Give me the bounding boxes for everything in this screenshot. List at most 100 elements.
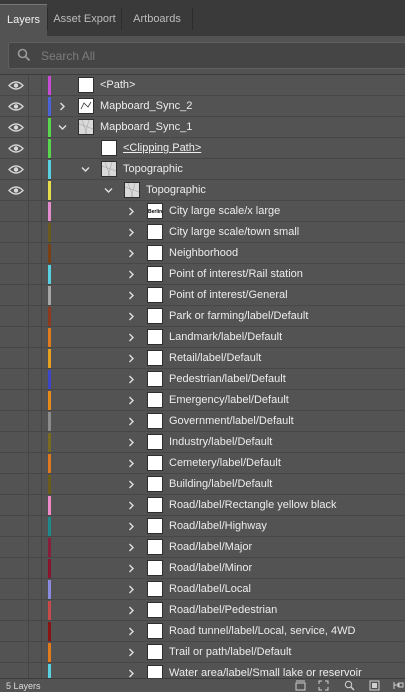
chevron-right-icon[interactable] <box>127 522 136 531</box>
layer-row[interactable]: Neighborhood <box>0 243 405 264</box>
chevron-down-icon[interactable] <box>104 186 113 195</box>
visibility-toggle[interactable] <box>0 222 28 243</box>
layer-name[interactable]: Building/label/Default <box>169 478 272 490</box>
layer-row[interactable]: Point of interest/Rail station <box>0 264 405 285</box>
lock-toggle[interactable] <box>29 516 41 537</box>
layer-name[interactable]: Road/label/Local <box>169 583 251 595</box>
visibility-toggle[interactable] <box>0 348 28 369</box>
visibility-toggle[interactable] <box>0 327 28 348</box>
chevron-right-icon[interactable] <box>127 396 136 405</box>
layer-name[interactable]: Mapboard_Sync_1 <box>100 121 192 133</box>
chevron-down-icon[interactable] <box>81 165 90 174</box>
tab-layers[interactable]: Layers <box>0 4 47 37</box>
visibility-toggle[interactable] <box>0 453 28 474</box>
layer-name[interactable]: Topographic <box>123 163 183 175</box>
layer-row[interactable]: Retail/label/Default <box>0 348 405 369</box>
layer-name[interactable]: City large scale/x large <box>169 205 280 217</box>
visibility-toggle[interactable] <box>0 558 28 579</box>
layer-row[interactable]: <Clipping Path> <box>0 138 405 159</box>
export-for-screens-icon[interactable] <box>295 680 306 691</box>
layer-row[interactable]: Landmark/label/Default <box>0 327 405 348</box>
layer-name[interactable]: Point of interest/Rail station <box>169 268 303 280</box>
visibility-toggle[interactable] <box>0 537 28 558</box>
layer-name[interactable]: Trail or path/label/Default <box>169 646 292 658</box>
visibility-toggle[interactable] <box>0 600 28 621</box>
layer-row[interactable]: Road/label/Pedestrian <box>0 600 405 621</box>
visibility-toggle[interactable] <box>0 495 28 516</box>
chevron-right-icon[interactable] <box>127 543 136 552</box>
visibility-toggle[interactable] <box>0 201 28 222</box>
layer-name[interactable]: Point of interest/General <box>169 289 288 301</box>
chevron-right-icon[interactable] <box>127 291 136 300</box>
layer-name[interactable]: Government/label/Default <box>169 415 294 427</box>
chevron-right-icon[interactable] <box>127 228 136 237</box>
lock-toggle[interactable] <box>29 453 41 474</box>
layer-name[interactable]: Cemetery/label/Default <box>169 457 281 469</box>
visibility-toggle[interactable] <box>0 390 28 411</box>
layer-row[interactable]: Berlin City large scale/x large <box>0 201 405 222</box>
layer-row[interactable]: Road/label/Major <box>0 537 405 558</box>
visibility-toggle[interactable] <box>0 663 28 678</box>
lock-toggle[interactable] <box>29 75 41 96</box>
visibility-toggle[interactable] <box>0 285 28 306</box>
visibility-toggle[interactable] <box>0 306 28 327</box>
visibility-toggle[interactable] <box>0 642 28 663</box>
layer-row[interactable]: Mapboard_Sync_2 <box>0 96 405 117</box>
layer-row[interactable]: Government/label/Default <box>0 411 405 432</box>
chevron-right-icon[interactable] <box>127 249 136 258</box>
search-input[interactable] <box>39 46 393 66</box>
lock-toggle[interactable] <box>29 579 41 600</box>
chevron-right-icon[interactable] <box>127 438 136 447</box>
layer-name[interactable]: <Clipping Path> <box>123 142 201 154</box>
layer-name[interactable]: Park or farming/label/Default <box>169 310 308 322</box>
eye-icon[interactable] <box>8 185 24 196</box>
visibility-toggle[interactable] <box>0 411 28 432</box>
layer-row[interactable]: Point of interest/General <box>0 285 405 306</box>
chevron-right-icon[interactable] <box>127 585 136 594</box>
lock-toggle[interactable] <box>29 96 41 117</box>
lock-toggle[interactable] <box>29 222 41 243</box>
layer-row[interactable]: Road/label/Local <box>0 579 405 600</box>
eye-icon[interactable] <box>8 101 24 112</box>
lock-toggle[interactable] <box>29 621 41 642</box>
layer-name[interactable]: Industry/label/Default <box>169 436 272 448</box>
layer-row[interactable]: Topographic <box>0 180 405 201</box>
chevron-right-icon[interactable] <box>58 102 67 111</box>
visibility-toggle[interactable] <box>0 474 28 495</box>
lock-toggle[interactable] <box>29 663 41 678</box>
layer-name[interactable]: Emergency/label/Default <box>169 394 289 406</box>
lock-toggle[interactable] <box>29 558 41 579</box>
chevron-down-icon[interactable] <box>58 123 67 132</box>
eye-icon[interactable] <box>8 80 24 91</box>
lock-toggle[interactable] <box>29 264 41 285</box>
chevron-right-icon[interactable] <box>127 375 136 384</box>
lock-toggle[interactable] <box>29 390 41 411</box>
layer-row[interactable]: Pedestrian/label/Default <box>0 369 405 390</box>
layer-row[interactable]: Emergency/label/Default <box>0 390 405 411</box>
visibility-toggle[interactable] <box>0 579 28 600</box>
lock-toggle[interactable] <box>29 600 41 621</box>
layer-name[interactable]: <Path> <box>100 79 135 91</box>
chevron-right-icon[interactable] <box>127 669 136 678</box>
lock-toggle[interactable] <box>29 348 41 369</box>
layer-name[interactable]: City large scale/town small <box>169 226 299 238</box>
lock-toggle[interactable] <box>29 537 41 558</box>
layer-row[interactable]: Topographic <box>0 159 405 180</box>
lock-toggle[interactable] <box>29 369 41 390</box>
visibility-toggle[interactable] <box>0 159 28 180</box>
tab-asset-export[interactable]: Asset Export <box>48 4 121 36</box>
chevron-right-icon[interactable] <box>127 627 136 636</box>
lock-toggle[interactable] <box>29 432 41 453</box>
layer-name[interactable]: Road/label/Highway <box>169 520 267 532</box>
locate-object-icon[interactable] <box>344 680 355 691</box>
visibility-toggle[interactable] <box>0 75 28 96</box>
layer-row[interactable]: Road tunnel/label/Local, service, 4WD <box>0 621 405 642</box>
visibility-toggle[interactable] <box>0 96 28 117</box>
lock-toggle[interactable] <box>29 285 41 306</box>
layer-row[interactable]: Road/label/Rectangle yellow black <box>0 495 405 516</box>
layer-name[interactable]: Mapboard_Sync_2 <box>100 100 192 112</box>
make-clipping-mask-icon[interactable] <box>369 680 380 691</box>
visibility-toggle[interactable] <box>0 138 28 159</box>
lock-toggle[interactable] <box>29 117 41 138</box>
layer-name[interactable]: Road tunnel/label/Local, service, 4WD <box>169 625 355 637</box>
